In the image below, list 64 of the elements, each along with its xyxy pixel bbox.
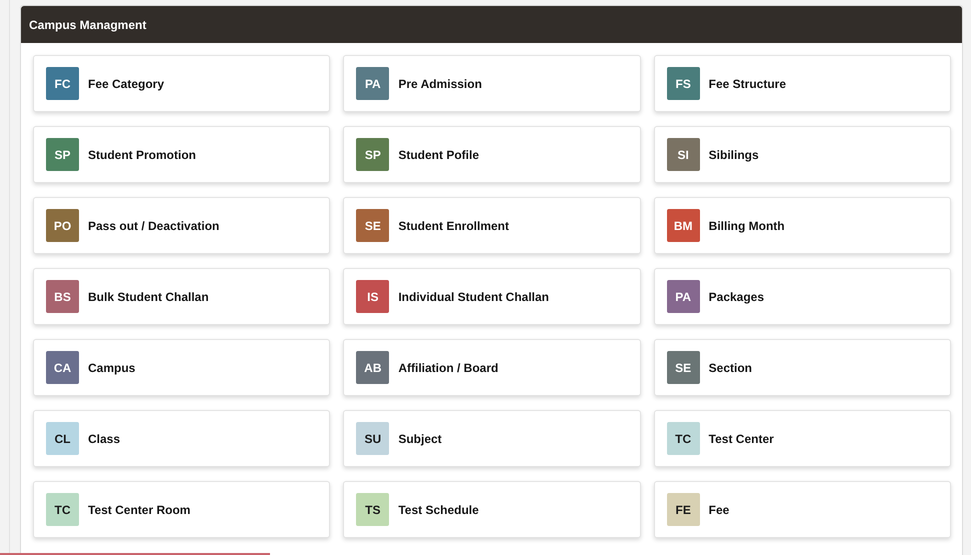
tile-label: Fee Structure: [708, 76, 786, 92]
menu-tile[interactable]: TC Test Center: [654, 410, 951, 467]
initials-badge: BS: [46, 280, 79, 313]
initials-badge: TC: [46, 493, 79, 526]
menu-tile[interactable]: PA Packages: [654, 268, 951, 325]
tile-label: Student Pofile: [398, 146, 479, 164]
menu-tile[interactable]: SI Sibilings: [654, 126, 951, 183]
initials-badge: FE: [666, 493, 700, 526]
tile-label: Section: [708, 360, 752, 376]
tile-label: Sibilings: [708, 146, 759, 164]
menu-tile[interactable]: FC Fee Category: [33, 55, 330, 112]
menu-tile[interactable]: FS Fee Structure: [654, 55, 951, 112]
menu-tile[interactable]: SU Subject: [343, 410, 641, 467]
menu-tile[interactable]: AB Affiliation / Board: [343, 339, 641, 396]
tile-label: Pre Admission: [398, 76, 482, 92]
tile-label: Test Center: [708, 430, 774, 448]
initials-badge: FS: [666, 67, 700, 100]
menu-tile[interactable]: SP Student Pofile: [343, 126, 641, 183]
menu-tile[interactable]: SE Section: [654, 339, 951, 396]
menu-tile[interactable]: BM Billing Month: [654, 197, 951, 254]
initials-badge: SI: [666, 138, 700, 171]
initials-badge: SE: [356, 209, 390, 242]
initials-badge: SP: [46, 138, 79, 171]
menu-tile[interactable]: CL Class: [33, 410, 330, 467]
initials-badge: BM: [666, 209, 700, 242]
tile-label: Billing Month: [708, 218, 785, 234]
initials-badge: TS: [356, 493, 390, 526]
initials-badge: CA: [46, 351, 79, 384]
menu-tile[interactable]: TS Test Schedule: [343, 481, 641, 538]
tile-label: Bulk Student Challan: [88, 288, 209, 306]
tile-label: Packages: [708, 288, 764, 306]
initials-badge: IS: [356, 280, 390, 313]
initials-badge: PA: [356, 67, 390, 100]
menu-tile[interactable]: IS Individual Student Challan: [343, 268, 641, 325]
tile-label: Test Schedule: [398, 502, 479, 518]
initials-badge: AB: [356, 351, 390, 384]
initials-badge: SP: [356, 138, 390, 171]
initials-badge: FC: [46, 67, 79, 100]
menu-tile[interactable]: SE Student Enrollment: [343, 197, 641, 254]
menu-tile[interactable]: SP Student Promotion: [33, 126, 330, 183]
tile-label: Fee Category: [88, 76, 164, 92]
menu-tile[interactable]: CA Campus: [33, 339, 330, 396]
tile-label: Test Center Room: [88, 502, 190, 518]
tile-label: Student Promotion: [88, 146, 196, 164]
menu-tile[interactable]: FE Fee: [654, 481, 951, 538]
initials-badge: TC: [666, 422, 700, 455]
tile-label: Pass out / Deactivation: [88, 218, 220, 234]
tile-label: Campus: [88, 360, 136, 376]
menu-tile[interactable]: PA Pre Admission: [343, 55, 641, 112]
menu-tile[interactable]: PO Pass out / Deactivation: [33, 197, 330, 254]
tile-label: Student Enrollment: [398, 218, 509, 234]
initials-badge: SE: [666, 351, 700, 384]
initials-badge: CL: [46, 422, 79, 455]
initials-badge: PA: [666, 280, 700, 313]
initials-badge: PO: [46, 209, 79, 242]
tile-label: Class: [88, 430, 120, 448]
panel-title: Campus Managment: [29, 16, 146, 34]
tile-label: Fee: [708, 502, 730, 518]
tile-label: Individual Student Challan: [398, 288, 550, 306]
tile-label: Subject: [398, 430, 442, 448]
tile-label: Affiliation / Board: [398, 360, 498, 376]
menu-tile[interactable]: BS Bulk Student Challan: [33, 268, 330, 325]
menu-tile[interactable]: TC Test Center Room: [33, 481, 330, 538]
initials-badge: SU: [356, 422, 390, 455]
